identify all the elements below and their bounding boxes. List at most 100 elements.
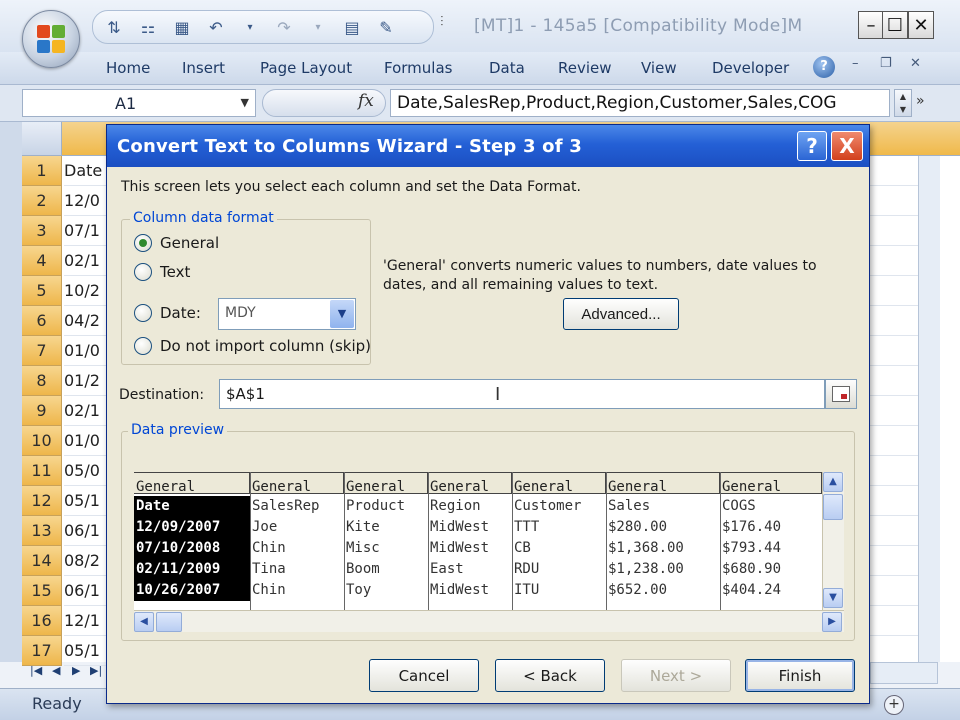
last-sheet-icon[interactable]: ▶| xyxy=(90,664,102,677)
row-header[interactable]: 9 xyxy=(22,396,62,426)
cell-a[interactable]: 06/1 xyxy=(64,516,110,546)
next-button[interactable]: Next > xyxy=(621,659,731,692)
radio-general[interactable]: General xyxy=(134,234,219,252)
cell-a[interactable]: 01/0 xyxy=(64,426,110,456)
finish-button[interactable]: Finish xyxy=(745,659,855,692)
row-header[interactable]: 7 xyxy=(22,336,62,366)
preview-column[interactable]: General Customer TTT CB RDU ITU xyxy=(512,472,606,610)
scroll-down-icon[interactable]: ▼ xyxy=(823,588,843,608)
row-header[interactable]: 11 xyxy=(22,456,62,486)
cancel-button[interactable]: Cancel xyxy=(369,659,479,692)
sheet-vertical-scrollbar[interactable] xyxy=(918,156,940,662)
cell-a[interactable]: 08/2 xyxy=(64,546,110,576)
preview-column-header[interactable]: General xyxy=(134,472,250,494)
preview-column[interactable]: General Region MidWest MidWest East MidWest xyxy=(428,472,512,610)
tab-home[interactable]: Home xyxy=(106,59,150,77)
sort-icon[interactable]: ⇅ xyxy=(103,16,125,38)
scroll-right-icon[interactable]: ▶ xyxy=(822,612,842,632)
scroll-up-icon[interactable]: ▲ xyxy=(823,472,843,492)
radio-checked-icon[interactable] xyxy=(134,234,152,252)
cell-a[interactable]: 05/1 xyxy=(64,636,110,666)
radio-skip[interactable]: Do not import column (skip) xyxy=(134,337,371,355)
close-window-icon[interactable]: ✕ xyxy=(908,11,934,39)
zoom-in-icon[interactable]: + xyxy=(884,695,904,715)
row-header[interactable]: 6 xyxy=(22,306,62,336)
first-sheet-icon[interactable]: |◀ xyxy=(30,664,42,677)
customize-qat-icon[interactable]: ⫶ xyxy=(440,14,444,30)
radio-icon[interactable] xyxy=(134,337,152,355)
name-box[interactable]: A1 ▼ xyxy=(22,89,256,117)
formula-scroll-icon[interactable]: ▲ ▼ xyxy=(894,89,912,117)
expand-formula-icon[interactable]: » xyxy=(916,93,925,109)
preview-column-header[interactable]: General xyxy=(428,472,512,494)
preview-column-header[interactable]: General xyxy=(512,472,606,494)
cell-a[interactable]: Date xyxy=(64,156,110,186)
preview-column-header[interactable]: General xyxy=(250,472,344,494)
row-header[interactable]: 3 xyxy=(22,216,62,246)
preview-horizontal-scrollbar[interactable]: ◀ ▶ xyxy=(134,610,844,632)
radio-icon[interactable] xyxy=(134,304,152,322)
preview-vertical-thumb[interactable] xyxy=(823,494,843,520)
row-header[interactable]: 14 xyxy=(22,546,62,576)
maximize-icon[interactable]: ☐ xyxy=(882,11,908,39)
tab-view[interactable]: View xyxy=(641,59,677,77)
close-workbook-icon[interactable]: ✕ xyxy=(910,56,921,71)
tab-page-layout[interactable]: Page Layout xyxy=(260,59,352,77)
cell-a[interactable]: 02/1 xyxy=(64,246,110,276)
scroll-left-icon[interactable]: ◀ xyxy=(134,612,154,632)
preview-column-header[interactable]: General xyxy=(344,472,428,494)
minimize-icon[interactable]: – xyxy=(858,11,884,39)
advanced-button[interactable]: Advanced... xyxy=(563,298,679,330)
redo-dropdown-icon[interactable]: ▾ xyxy=(307,16,329,38)
row-header[interactable]: 13 xyxy=(22,516,62,546)
tab-insert[interactable]: Insert xyxy=(182,59,225,77)
sheet-horizontal-scrollbar[interactable] xyxy=(870,662,938,684)
help-icon[interactable]: ? xyxy=(813,56,835,78)
destination-input[interactable]: $A$1 xyxy=(219,379,825,409)
row-header[interactable]: 16 xyxy=(22,606,62,636)
preview-column[interactable]: General Sales $280.00 $1,368.00 $1,238.00 $65… xyxy=(606,472,720,610)
cell-a[interactable]: 04/2 xyxy=(64,306,110,336)
office-button[interactable] xyxy=(22,10,80,68)
chevron-down-icon[interactable]: ▼ xyxy=(241,96,249,109)
back-button[interactable]: < Back xyxy=(495,659,605,692)
radio-icon[interactable] xyxy=(134,263,152,281)
preview-column[interactable]: General Product Kite Misc Boom Toy xyxy=(344,472,428,610)
preview-column[interactable]: General SalesRep Joe Chin Tina Chin xyxy=(250,472,344,610)
grid-area[interactable] xyxy=(868,156,918,662)
row-header[interactable]: 15 xyxy=(22,576,62,606)
cell-a[interactable]: 02/1 xyxy=(64,396,110,426)
select-all-corner[interactable] xyxy=(22,122,62,156)
preview-column-header[interactable]: General xyxy=(606,472,720,494)
redo-icon[interactable]: ↷ xyxy=(273,16,295,38)
cell-a[interactable]: 01/2 xyxy=(64,366,110,396)
dialog-title-bar[interactable]: Convert Text to Columns Wizard - Step 3 … xyxy=(107,125,869,167)
cell-a[interactable]: 06/1 xyxy=(64,576,110,606)
cell-a[interactable]: 10/2 xyxy=(64,276,110,306)
undo-dropdown-icon[interactable]: ▾ xyxy=(239,16,261,38)
tab-developer[interactable]: Developer xyxy=(712,59,789,77)
borders-icon[interactable]: ▦ xyxy=(171,16,193,38)
row-header[interactable]: 12 xyxy=(22,486,62,516)
restore-workbook-icon[interactable]: – xyxy=(852,56,859,71)
cell-a[interactable]: 01/0 xyxy=(64,336,110,366)
insert-function-icon[interactable]: fx xyxy=(358,91,374,111)
cell-a[interactable]: 12/0 xyxy=(64,186,110,216)
cell-a[interactable]: 07/1 xyxy=(64,216,110,246)
formula-input[interactable]: Date,SalesRep,Product,Region,Customer,Sa… xyxy=(390,89,890,117)
cell-a[interactable]: 05/1 xyxy=(64,486,110,516)
undo-icon[interactable]: ↶ xyxy=(205,16,227,38)
row-header[interactable]: 5 xyxy=(22,276,62,306)
radio-date[interactable]: Date: xyxy=(134,304,201,322)
row-header[interactable]: 10 xyxy=(22,426,62,456)
tab-review[interactable]: Review xyxy=(558,59,612,77)
dialog-help-icon[interactable]: ? xyxy=(797,131,827,161)
row-header[interactable]: 2 xyxy=(22,186,62,216)
chevron-down-icon[interactable]: ▼ xyxy=(330,300,354,328)
date-format-select[interactable]: MDY ▼ xyxy=(218,298,356,330)
collapse-dialog-button[interactable] xyxy=(825,379,857,409)
open-folder-icon[interactable]: ▤ xyxy=(341,16,363,38)
row-header[interactable]: 17 xyxy=(22,636,62,666)
prev-sheet-icon[interactable]: ◀ xyxy=(52,664,60,677)
radio-text[interactable]: Text xyxy=(134,263,190,281)
